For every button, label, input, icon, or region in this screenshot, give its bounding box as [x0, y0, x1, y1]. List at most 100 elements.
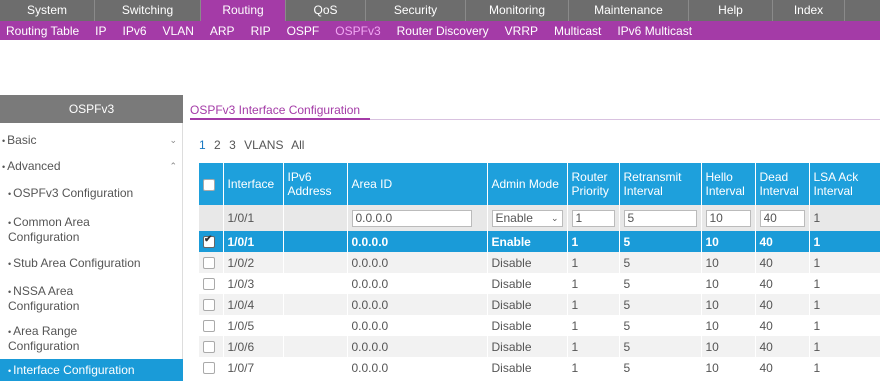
edit-dead-cell: [755, 205, 810, 231]
tab-routing[interactable]: Routing: [201, 0, 286, 21]
pager-link-3[interactable]: 3: [229, 138, 236, 152]
interface-table: Interface IPv6 Address Area ID Admin Mod…: [199, 163, 880, 378]
select-all-checkbox[interactable]: [203, 178, 215, 191]
cell-priority: 1: [567, 357, 620, 378]
pager-link-all[interactable]: All: [291, 138, 304, 152]
cell-dead: 40: [755, 231, 810, 252]
tab-help[interactable]: Help: [689, 0, 773, 21]
col-interface: Interface: [223, 163, 284, 205]
sidebar-item-advanced[interactable]: Advanced ⌃: [0, 159, 183, 173]
cell-retransmit: 5: [619, 252, 702, 273]
col-dead-interval: Dead Interval: [755, 163, 810, 205]
cell-ipv6: [283, 315, 348, 336]
sidebar-item-label: Interface Configuration: [8, 363, 158, 378]
cell-hello: 10: [701, 252, 756, 273]
tab-monitoring[interactable]: Monitoring: [466, 0, 569, 21]
sidebar-item-nssa-area[interactable]: NSSA Area Configuration: [0, 284, 183, 313]
sidebar-item-stub-area[interactable]: Stub Area Configuration: [0, 256, 183, 270]
tab-system[interactable]: System: [0, 0, 95, 21]
subnav-ipv6[interactable]: IPv6: [123, 24, 147, 38]
row-checkbox[interactable]: [203, 278, 215, 291]
hello-interval-input[interactable]: [705, 209, 751, 227]
cell-retransmit: 5: [619, 231, 702, 252]
table-row[interactable]: 1/0/4 0.0.0.0 Disable 1 5 10 40 1: [199, 294, 880, 315]
title-underline: [190, 118, 370, 120]
tab-security[interactable]: Security: [366, 0, 466, 21]
sidebar-item-area-range[interactable]: Area Range Configuration: [0, 324, 183, 353]
subnav-routing-table[interactable]: Routing Table: [6, 24, 79, 38]
row-checkbox[interactable]: [203, 362, 215, 375]
sidebar-item-label: Area Range Configuration: [8, 324, 118, 353]
sidebar-item-ospfv3-configuration[interactable]: OSPFv3 Configuration: [0, 186, 183, 200]
pager-link-1[interactable]: 1: [199, 138, 206, 152]
retransmit-interval-input[interactable]: [623, 209, 697, 227]
cell-interface: 1/0/2: [223, 252, 284, 273]
row-checkbox[interactable]: [203, 341, 215, 354]
row-checkbox[interactable]: [203, 299, 215, 312]
tab-qos[interactable]: QoS: [286, 0, 366, 21]
cell-priority: 1: [567, 231, 620, 252]
sidebar-item-interface-configuration[interactable]: Interface Configuration: [0, 359, 183, 381]
area-id-input[interactable]: [351, 209, 472, 227]
row-checkbox[interactable]: [203, 320, 215, 333]
sidebar-item-label: Advanced: [2, 159, 60, 174]
cell-hello: 10: [701, 336, 756, 357]
table-row[interactable]: 1/0/5 0.0.0.0 Disable 1 5 10 40 1: [199, 315, 880, 336]
sidebar: Basic ⌄ Advanced ⌃ OSPFv3 Configuration …: [0, 123, 183, 381]
cell-priority: 1: [567, 336, 620, 357]
subnav-ospf[interactable]: OSPF: [287, 24, 320, 38]
sidebar-item-basic[interactable]: Basic ⌄: [0, 133, 183, 147]
row-checkbox[interactable]: [203, 234, 215, 249]
table-row[interactable]: 1/0/2 0.0.0.0 Disable 1 5 10 40 1: [199, 252, 880, 273]
cell-lsa: 1: [809, 273, 880, 294]
edit-priority-cell: [567, 205, 620, 231]
admin-mode-select[interactable]: Enable ⌄: [491, 209, 563, 227]
cell-mode: Disable: [487, 252, 568, 273]
subnav-ospfv3[interactable]: OSPFv3: [335, 24, 380, 38]
cell-retransmit: 5: [619, 294, 702, 315]
cell-hello: 10: [701, 273, 756, 294]
table-row[interactable]: 1/0/3 0.0.0.0 Disable 1 5 10 40 1: [199, 273, 880, 294]
table-row[interactable]: 1/0/10.0.0.0Enable1510401: [199, 231, 880, 252]
row-checkbox[interactable]: [203, 257, 215, 270]
chevron-down-icon: ⌄: [550, 212, 559, 223]
subnav-router-discovery[interactable]: Router Discovery: [397, 24, 489, 38]
tab-maintenance[interactable]: Maintenance: [569, 0, 689, 21]
sidebar-item-label: Basic: [2, 133, 36, 148]
pager-link-2[interactable]: 2: [214, 138, 221, 152]
pager-link-vlans[interactable]: VLANS: [244, 138, 283, 152]
sidebar-item-common-area[interactable]: Common Area Configuration: [0, 215, 183, 244]
cell-hello: 10: [701, 294, 756, 315]
tab-switching[interactable]: Switching: [95, 0, 201, 21]
cell-lsa: 1: [809, 357, 880, 378]
row-select-cell: [199, 231, 224, 252]
cell-area: 0.0.0.0: [347, 294, 488, 315]
sidebar-item-label: NSSA Area Configuration: [8, 284, 118, 313]
table-row[interactable]: 1/0/7 0.0.0.0 Disable 1 5 10 40 1: [199, 357, 880, 378]
cell-dead: 40: [755, 315, 810, 336]
subnav-ipv6-multicast[interactable]: IPv6 Multicast: [617, 24, 692, 38]
dead-interval-input[interactable]: [759, 209, 805, 227]
cell-ipv6: [283, 357, 348, 378]
cell-dead: 40: [755, 294, 810, 315]
subnav-ip[interactable]: IP: [95, 24, 106, 38]
tab-index[interactable]: Index: [773, 0, 845, 21]
cell-interface: 1/0/1: [223, 231, 284, 252]
router-priority-input[interactable]: [571, 209, 615, 227]
subnav-multicast[interactable]: Multicast: [554, 24, 601, 38]
subnav-arp[interactable]: ARP: [210, 24, 235, 38]
subnav-rip[interactable]: RIP: [251, 24, 271, 38]
edit-hello-cell: [701, 205, 756, 231]
cell-area: 0.0.0.0: [347, 315, 488, 336]
table-row[interactable]: 1/0/6 0.0.0.0 Disable 1 5 10 40 1: [199, 336, 880, 357]
cell-retransmit: 5: [619, 336, 702, 357]
subnav-vrrp[interactable]: VRRP: [505, 24, 538, 38]
col-router-priority: Router Priority: [567, 163, 620, 205]
cell-retransmit: 5: [619, 273, 702, 294]
cell-priority: 1: [567, 315, 620, 336]
tab-overflow: [845, 0, 880, 21]
cell-mode: Disable: [487, 315, 568, 336]
edit-interface: 1/0/1: [223, 205, 284, 231]
subnav-vlan[interactable]: VLAN: [163, 24, 194, 38]
table-body: 1/0/10.0.0.0Enable15104011/0/20.0.0.0Dis…: [199, 231, 880, 378]
